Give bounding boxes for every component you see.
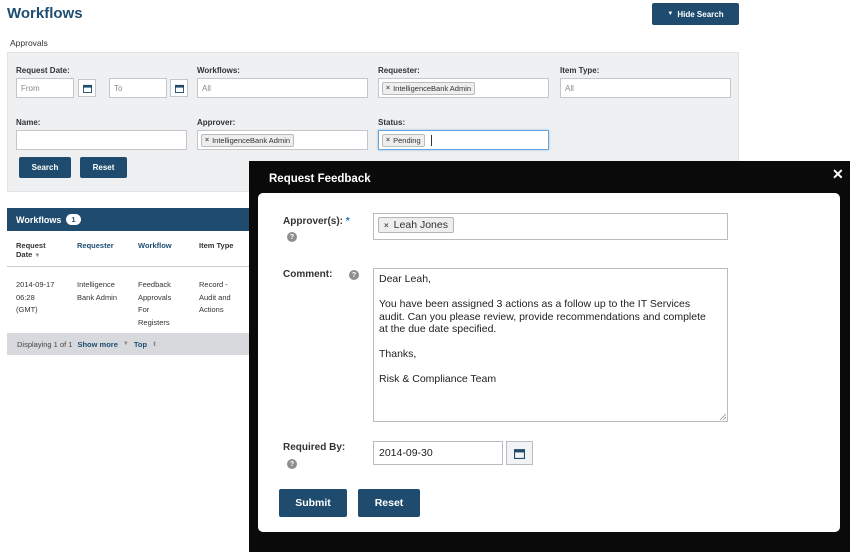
status-label: Status:	[378, 118, 406, 127]
name-input[interactable]	[16, 130, 187, 150]
cell-requester: Intelligence Bank Admin	[77, 280, 118, 302]
hide-search-label: Hide Search	[677, 9, 724, 19]
arrow-up-icon: ⬆	[152, 341, 158, 348]
requester-label: Requester:	[378, 66, 420, 75]
results-footer: Displaying 1 of 1 Show more ▼ Top ⬆	[7, 333, 250, 355]
top-link[interactable]: Top	[134, 340, 147, 349]
column-item-type: Item Type	[199, 241, 234, 250]
reset-button[interactable]: Reset	[358, 489, 420, 517]
request-feedback-modal: Request Feedback ✕ Approver(s): * ? × Le…	[249, 161, 850, 552]
name-label: Name:	[16, 118, 41, 127]
required-by-date-input[interactable]: 2014-09-30	[373, 441, 503, 465]
help-icon[interactable]: ?	[349, 270, 359, 280]
text-cursor	[430, 134, 432, 146]
calendar-to-button[interactable]	[170, 79, 188, 97]
sort-down-icon: ▼	[34, 253, 41, 259]
approvers-label: Approver(s): *	[283, 216, 350, 227]
modal-body: Approver(s): * ? × Leah Jones Comment: ?…	[258, 193, 840, 532]
request-date-label: Request Date:	[16, 66, 70, 75]
item-type-select[interactable]: All	[560, 78, 731, 98]
chevron-down-icon: ▼	[122, 341, 129, 347]
remove-tag-icon[interactable]: ×	[384, 221, 389, 230]
remove-tag-icon[interactable]: ×	[386, 137, 390, 144]
calendar-button[interactable]	[506, 441, 533, 465]
comment-label: Comment:	[283, 269, 333, 280]
approvers-input[interactable]: × Leah Jones	[373, 213, 728, 240]
approver-input[interactable]: × IntelligenceBank Admin	[197, 130, 368, 150]
workflows-results-header: Workflows 1	[7, 208, 250, 231]
calendar-icon	[174, 84, 184, 93]
caret-down-icon: ▼	[667, 11, 674, 17]
column-requester[interactable]: Requester	[77, 241, 114, 250]
cell-workflow[interactable]: Feedback Approvals For Registers	[138, 279, 171, 329]
page-title: Workflows	[7, 5, 83, 22]
breadcrumb: Approvals	[10, 38, 48, 48]
resize-handle-icon[interactable]	[720, 414, 726, 420]
required-by-label: Required By:	[283, 442, 346, 453]
status-tag[interactable]: × Pending	[382, 133, 425, 147]
hide-search-button[interactable]: ▼ Hide Search	[652, 3, 739, 25]
remove-tag-icon[interactable]: ×	[205, 137, 209, 144]
show-more-link[interactable]: Show more	[77, 340, 117, 349]
cell-item-type: Record - Audit and Actions	[199, 280, 231, 314]
reset-search-button[interactable]: Reset	[80, 157, 127, 178]
table-header-divider	[7, 266, 250, 267]
cell-request-date: 2014-09-17 06:28 (GMT)	[16, 280, 55, 314]
results-count-badge: 1	[66, 214, 81, 225]
help-icon[interactable]: ?	[287, 459, 297, 469]
close-icon[interactable]: ✕	[832, 166, 844, 183]
workflows-label: Workflows:	[197, 66, 240, 75]
approver-label: Approver:	[197, 118, 236, 127]
approver-tag[interactable]: × IntelligenceBank Admin	[201, 133, 295, 147]
workflows-select[interactable]: All	[197, 78, 368, 98]
date-from-input[interactable]: From	[16, 78, 74, 98]
requester-tag[interactable]: × IntelligenceBank Admin	[382, 81, 476, 95]
required-marker: *	[345, 216, 350, 227]
calendar-icon	[82, 84, 92, 93]
search-button[interactable]: Search	[19, 157, 71, 178]
displaying-count: Displaying 1 of 1	[17, 339, 73, 349]
date-to-input[interactable]: To	[109, 78, 167, 98]
column-workflow[interactable]: Workflow	[138, 241, 172, 250]
status-input[interactable]: × Pending	[378, 130, 549, 150]
approver-tag[interactable]: × Leah Jones	[378, 217, 454, 233]
column-request-date[interactable]: Request Date ▼	[16, 241, 46, 261]
submit-button[interactable]: Submit	[279, 489, 347, 517]
comment-textarea[interactable]: Dear Leah, You have been assigned 3 acti…	[373, 268, 728, 422]
requester-input[interactable]: × IntelligenceBank Admin	[378, 78, 549, 98]
item-type-label: Item Type:	[560, 66, 600, 75]
help-icon[interactable]: ?	[287, 232, 297, 242]
remove-tag-icon[interactable]: ×	[386, 85, 390, 92]
modal-title: Request Feedback	[269, 173, 371, 185]
calendar-from-button[interactable]	[78, 79, 96, 97]
calendar-icon	[514, 448, 525, 459]
